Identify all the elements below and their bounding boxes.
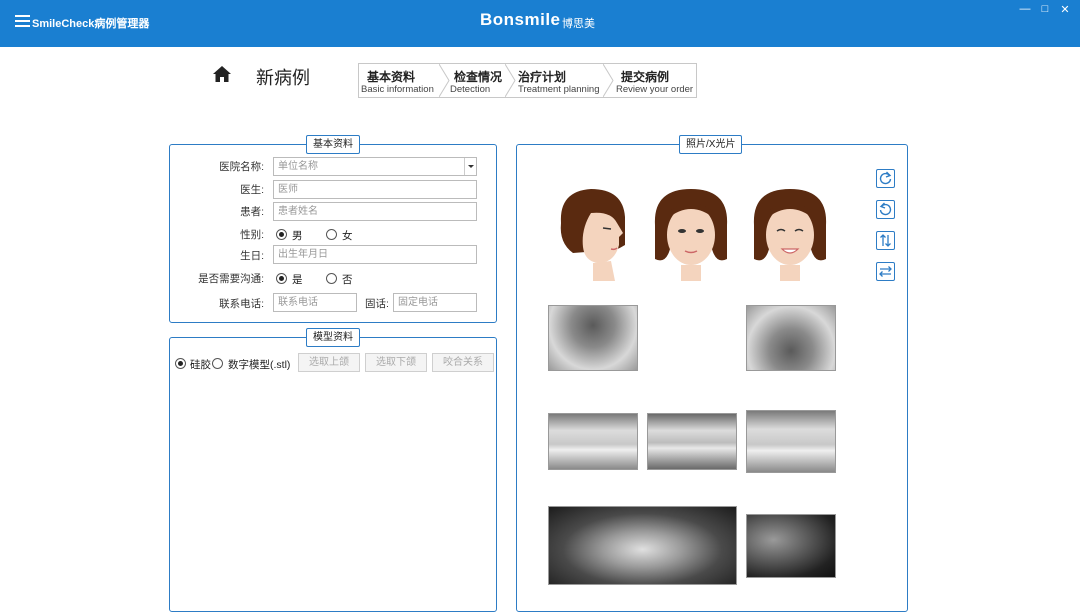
chevron-down-icon[interactable] <box>464 158 476 175</box>
step-title: 提交病例 <box>621 70 670 84</box>
step-subtitle: Review your order <box>616 84 694 95</box>
communicate-no-radio[interactable] <box>326 273 337 284</box>
close-button[interactable]: ✕ <box>1058 3 1072 16</box>
flip-horizontal-icon[interactable] <box>876 262 895 281</box>
basic-info-panel: 基本资料 医院名称: 单位名称 医生: 医师 患者: 患者姓名 性别: 男 女 … <box>169 135 497 323</box>
landline-input[interactable]: 固定电话 <box>393 293 477 312</box>
maximize-button[interactable]: □ <box>1038 3 1052 15</box>
doctor-label: 医生: <box>240 184 264 196</box>
minimize-button[interactable]: — <box>1018 3 1032 15</box>
communicate-yes-radio[interactable] <box>276 273 287 284</box>
bite-relation-button[interactable]: 咬合关系 <box>432 353 494 372</box>
brand-logo: Bonsmile <box>480 10 561 29</box>
gender-female-label: 女 <box>342 230 353 242</box>
basic-info-legend: 基本资料 <box>306 135 360 154</box>
cephalometric-xray[interactable] <box>746 514 836 578</box>
select-upper-button[interactable]: 选取上颌 <box>298 353 360 372</box>
brand-chinese-name: 博思美 <box>562 18 595 30</box>
step-subtitle: Detection <box>450 84 491 95</box>
gender-female-radio[interactable] <box>326 229 337 240</box>
communicate-yes-label: 是 <box>292 274 303 286</box>
upper-occlusal-photo[interactable] <box>548 305 638 371</box>
communicate-label: 是否需要沟通: <box>198 273 264 285</box>
birthday-label: 生日: <box>240 250 264 262</box>
page-title: 新病例 <box>256 68 310 88</box>
rotate-ccw-icon[interactable] <box>876 169 895 188</box>
panoramic-xray[interactable] <box>548 506 737 585</box>
patient-label: 患者: <box>240 206 264 218</box>
model-panel: 模型资料 硅胶 数字模型(.stl) 选取上颌 选取下颌 咬合关系 <box>169 328 497 612</box>
step-subtitle: Treatment planning <box>518 84 600 95</box>
step-subtitle: Basic information <box>361 84 434 95</box>
gender-label: 性别: <box>240 229 264 241</box>
phone-label: 联系电话: <box>219 298 264 310</box>
step-detection[interactable]: 检查情况 Detection <box>449 64 511 97</box>
gender-male-label: 男 <box>292 230 303 242</box>
model-legend: 模型资料 <box>306 328 360 347</box>
app-title: SmileCheck病例管理器 <box>32 18 150 30</box>
lower-occlusal-photo[interactable] <box>746 305 836 371</box>
flip-vertical-icon[interactable] <box>876 231 895 250</box>
hospital-label: 医院名称: <box>219 161 264 173</box>
step-title: 基本资料 <box>367 70 416 84</box>
digital-model-label: 数字模型(.stl) <box>228 359 291 371</box>
select-lower-button[interactable]: 选取下颌 <box>365 353 427 372</box>
face-smile-photo-slot[interactable] <box>750 183 830 283</box>
step-basic-info[interactable]: 基本资料 Basic information <box>359 64 443 97</box>
menu-icon[interactable] <box>15 15 30 28</box>
patient-input[interactable]: 患者姓名 <box>273 202 477 221</box>
rotate-cw-icon[interactable] <box>876 200 895 219</box>
step-title: 检查情况 <box>454 70 503 84</box>
birthday-input[interactable]: 出生年月日 <box>273 245 477 264</box>
communicate-no-label: 否 <box>342 274 353 286</box>
silicone-radio[interactable] <box>175 358 186 369</box>
silicone-label: 硅胶 <box>190 359 211 371</box>
face-profile-photo-slot[interactable] <box>553 183 633 283</box>
step-wizard: 基本资料 Basic information 检查情况 Detection 治疗… <box>358 63 697 98</box>
face-front-photo-slot[interactable] <box>651 183 731 283</box>
landline-label: 固话: <box>365 298 389 310</box>
doctor-input[interactable]: 医师 <box>273 180 477 199</box>
frontal-intraoral-photo[interactable] <box>647 413 737 470</box>
title-bar: SmileCheck病例管理器 Bonsmile 博思美 — □ ✕ <box>0 0 1080 47</box>
home-icon[interactable] <box>212 65 232 83</box>
step-review-order[interactable]: 提交病例 Review your order <box>614 64 696 97</box>
photos-legend: 照片/X光片 <box>679 135 743 154</box>
digital-model-radio[interactable] <box>212 358 223 369</box>
left-buccal-photo[interactable] <box>746 410 836 473</box>
phone-input[interactable]: 联系电话 <box>273 293 357 312</box>
right-buccal-photo[interactable] <box>548 413 638 470</box>
step-title: 治疗计划 <box>518 70 567 84</box>
hospital-select[interactable]: 单位名称 <box>273 157 477 176</box>
step-treatment-planning[interactable]: 治疗计划 Treatment planning <box>516 64 608 97</box>
gender-male-radio[interactable] <box>276 229 287 240</box>
